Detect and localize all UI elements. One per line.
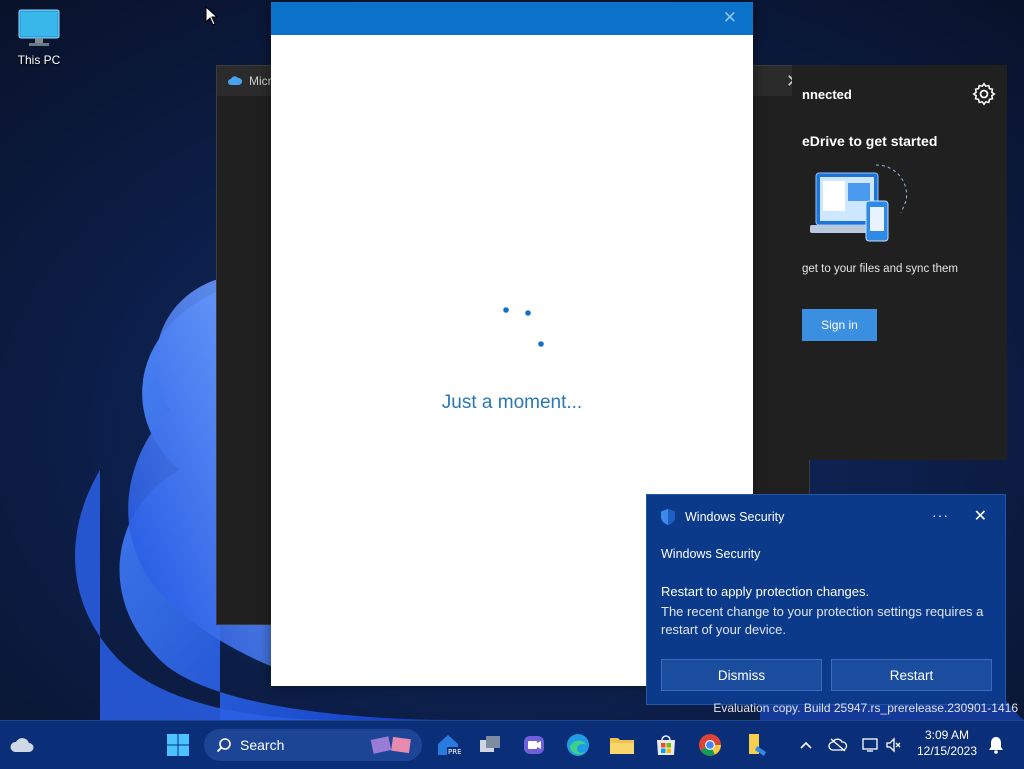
- taskbar-search-box[interactable]: Search: [204, 729, 422, 761]
- bell-icon: [989, 737, 1003, 754]
- gear-icon[interactable]: [971, 81, 997, 107]
- taskbar-app-teams[interactable]: [518, 729, 550, 761]
- notification-center-button[interactable]: [986, 735, 1006, 755]
- clock-time: 3:09 AM: [924, 728, 970, 742]
- mouse-cursor-icon: [205, 6, 219, 26]
- edge-browser-icon: [567, 734, 589, 756]
- search-label: Search: [240, 737, 285, 753]
- onedrive-signin-button[interactable]: Sign in: [802, 309, 877, 341]
- toast-body: The recent change to your protection set…: [661, 604, 984, 637]
- clock-date: 12/15/2023: [916, 744, 978, 758]
- restart-button[interactable]: Restart: [831, 659, 992, 691]
- taskbar-clock[interactable]: 3:09 AM 12/15/2023: [912, 727, 982, 759]
- toast-subtitle: Windows Security: [661, 547, 761, 561]
- taskbar-task-view[interactable]: [474, 729, 506, 761]
- tray-volume-icon[interactable]: [884, 735, 904, 755]
- notepad-icon: [749, 734, 766, 756]
- shield-icon: [661, 509, 675, 525]
- taskbar-app-dev-home[interactable]: PRE: [432, 729, 464, 761]
- windows-logo-icon: [167, 734, 189, 756]
- toast-headline: Restart to apply protection changes.: [661, 584, 870, 599]
- taskbar-app-notes[interactable]: [740, 729, 772, 761]
- taskbar-app-edge[interactable]: [562, 729, 594, 761]
- tray-network-icon[interactable]: [860, 735, 880, 755]
- onedrive-heading: eDrive to get started: [802, 133, 938, 149]
- toast-app-name: Windows Security: [685, 510, 785, 524]
- desktop-icon-this-pc[interactable]: This PC: [10, 8, 68, 67]
- loading-text: Just a moment...: [441, 392, 583, 413]
- search-icon: [216, 738, 231, 753]
- windows-security-toast: Windows Security ··· ✕ Windows Security …: [646, 494, 1006, 705]
- signin-dialog-close-button[interactable]: ✕: [723, 8, 737, 28]
- cloud-offline-icon: [828, 738, 848, 752]
- network-icon: [862, 738, 878, 752]
- dismiss-button[interactable]: Dismiss: [661, 659, 822, 691]
- chevron-up-icon: [800, 741, 812, 749]
- toast-more-options-button[interactable]: ···: [932, 507, 949, 523]
- video-chat-icon: [524, 736, 544, 754]
- weather-icon: [10, 738, 34, 752]
- onedrive-cloud-icon: [228, 76, 243, 85]
- desktop-icon-label: This PC: [17, 53, 61, 67]
- loading-spinner-icon: [503, 307, 544, 347]
- search-highlight-icon: [370, 736, 411, 754]
- store-icon: [657, 735, 675, 755]
- svg-text:PRE: PRE: [448, 748, 461, 756]
- folder-icon: [610, 738, 634, 754]
- dev-home-icon: PRE: [438, 735, 461, 756]
- onedrive-status-text: nnected: [802, 87, 852, 102]
- onedrive-illustration: [810, 164, 908, 242]
- taskbar-app-file-explorer[interactable]: [606, 729, 638, 761]
- onedrive-panel: nnected eDrive to get started get to you…: [792, 65, 1007, 460]
- taskbar-app-chrome[interactable]: [694, 729, 726, 761]
- toast-close-button[interactable]: ✕: [974, 506, 987, 526]
- toast-app-row: Windows Security: [661, 509, 784, 525]
- chrome-icon: [699, 734, 721, 756]
- evaluation-watermark: Evaluation copy. Build 25947.rs_prerelea…: [713, 701, 1018, 715]
- taskbar-app-store[interactable]: [650, 729, 682, 761]
- task-view-icon: [480, 736, 500, 752]
- start-button[interactable]: [162, 729, 194, 761]
- volume-muted-icon: [886, 737, 901, 753]
- tray-onedrive-icon[interactable]: [828, 735, 848, 755]
- monitor-icon: [18, 9, 60, 46]
- tray-overflow-button[interactable]: [796, 735, 816, 755]
- widgets-button[interactable]: [6, 729, 38, 761]
- onedrive-description: get to your files and sync them: [802, 263, 958, 275]
- taskbar: Search PRE 3:09 AM 12/15/2023: [0, 720, 1024, 769]
- signin-dialog-titlebar: ✕: [271, 2, 753, 35]
